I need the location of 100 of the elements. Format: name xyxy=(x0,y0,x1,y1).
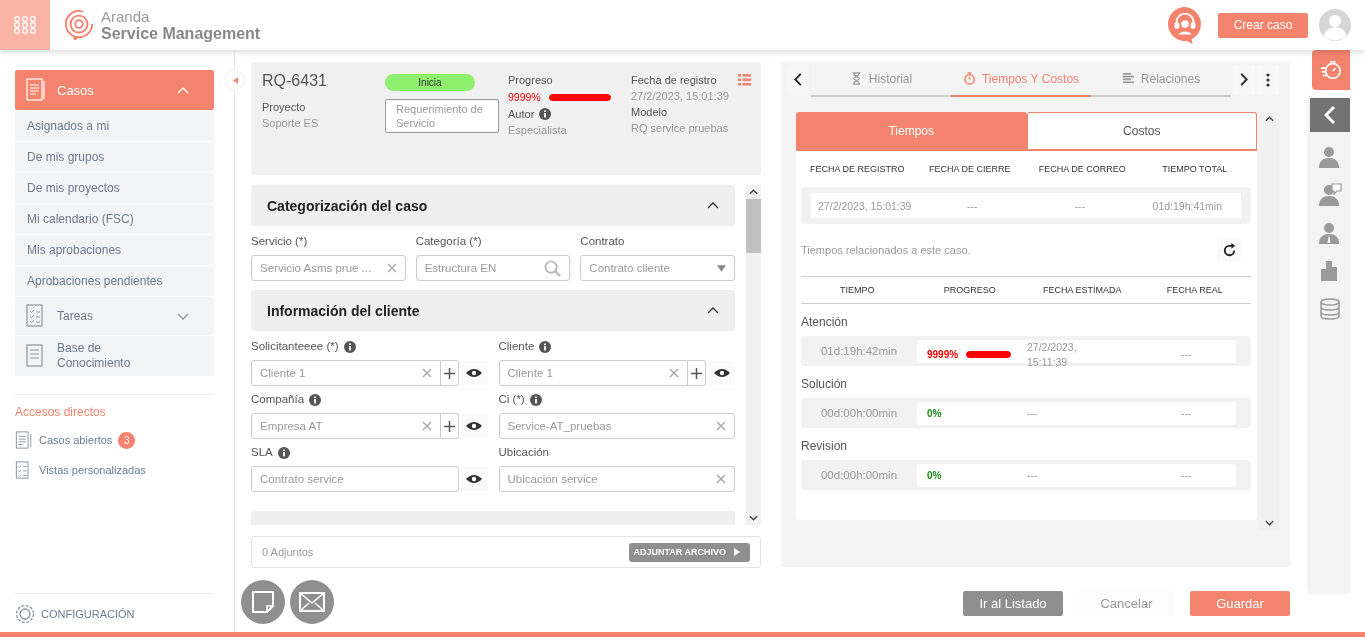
app-menu-button[interactable] xyxy=(0,0,50,50)
sidebar-submenu-item[interactable]: De mis proyectos xyxy=(15,173,214,203)
scrollbar[interactable] xyxy=(746,185,761,525)
shortcut-link[interactable]: Vistas personalizadas xyxy=(39,464,146,476)
sub-tab[interactable]: Tiempos xyxy=(796,112,1027,149)
field-label: Compañía xyxy=(251,392,305,407)
list-icon xyxy=(1121,72,1135,85)
database-icon[interactable] xyxy=(1317,296,1343,322)
chevron-up-icon[interactable] xyxy=(1264,116,1274,122)
detail-tab[interactable]: Historial xyxy=(811,62,951,97)
clear-icon[interactable] xyxy=(421,368,432,378)
attach-file-button[interactable]: ADJUNTAR ARCHIVO xyxy=(629,542,750,562)
column-header: TIEMPO TOTAL xyxy=(1161,164,1229,174)
clear-icon[interactable] xyxy=(386,263,397,273)
input-field[interactable]: Servicio Asms prue ... xyxy=(251,255,406,281)
settings-button[interactable]: CONFIGURACIÓN xyxy=(15,604,214,624)
field-label: Modelo xyxy=(631,105,669,120)
collapse-panel-button[interactable] xyxy=(1310,98,1350,132)
create-case-button[interactable]: Crear caso xyxy=(1218,12,1308,38)
chevron-left-icon xyxy=(1324,105,1336,125)
dropdown-caret-icon[interactable] xyxy=(717,264,726,272)
column-header: PROGRESO xyxy=(942,285,997,295)
view-button[interactable] xyxy=(460,414,488,438)
clear-icon[interactable] xyxy=(669,368,679,378)
detail-tab[interactable]: Relaciones xyxy=(1091,62,1231,97)
user-avatar-icon[interactable] xyxy=(1319,9,1351,41)
sidebar-menu-item[interactable]: Casos xyxy=(15,70,214,110)
sub-tab[interactable]: Costos xyxy=(1026,112,1258,149)
column-header: FECHA DE CIERRE xyxy=(928,164,1012,174)
save-button[interactable]: Guardar xyxy=(1190,591,1290,616)
support-headset-icon[interactable] xyxy=(1167,6,1203,44)
table-cell-text: 27/2/2023, 15:11:39 xyxy=(1026,339,1078,370)
column-header: FECHA DE REGISTRO xyxy=(809,164,906,174)
chevron-up-icon[interactable] xyxy=(749,189,758,195)
view-button[interactable] xyxy=(460,361,488,385)
chevron-left-icon xyxy=(794,73,802,86)
plus-icon xyxy=(691,367,702,379)
clear-icon[interactable] xyxy=(716,421,726,431)
play-icon xyxy=(734,548,740,556)
shortcut-link[interactable]: Casos abiertos xyxy=(39,434,113,446)
input-field[interactable]: Empresa AT xyxy=(251,413,441,439)
sidebar-submenu-item[interactable]: Mis aprobaciones xyxy=(15,235,214,265)
field-label: Autor xyxy=(508,107,535,122)
stopwatch-button[interactable] xyxy=(1312,50,1350,90)
sidebar-submenu-item[interactable]: Aprobaciones pendientes xyxy=(15,266,214,296)
field-value: Especialista xyxy=(508,123,568,138)
chevron-up-icon xyxy=(707,202,719,209)
chevron-down-icon[interactable] xyxy=(1264,520,1274,526)
collapse-sidebar-button[interactable] xyxy=(225,70,245,90)
input-field[interactable]: Ubicacion service xyxy=(498,466,735,492)
table-cell-text: 00d:00h:00min xyxy=(819,469,899,481)
case-id: RQ-6431 xyxy=(262,72,328,91)
progress-percent: 0% xyxy=(927,407,942,419)
logo-icon xyxy=(63,9,95,41)
refresh-button[interactable] xyxy=(1217,238,1242,262)
scrollbar-thumb[interactable] xyxy=(746,199,761,253)
column-header: TIEMPO xyxy=(839,285,876,295)
sidebar-submenu-item[interactable]: Asignados a mi xyxy=(15,111,214,141)
field-label: Proyecto xyxy=(262,100,307,115)
sidebar-submenu-item[interactable]: De mis grupos xyxy=(15,142,214,172)
table-cell-text: 27/2/2023, 15:01:39 xyxy=(817,199,913,212)
field-label: Cliente xyxy=(498,339,535,354)
sidebar-submenu-item[interactable]: Mi calendario (FSC) xyxy=(15,204,214,234)
sidebar-menu-item[interactable]: Base de Conocimiento xyxy=(15,336,214,376)
eye-icon xyxy=(466,368,482,378)
envelope-icon xyxy=(299,592,325,612)
input-field[interactable]: Service-AT_pruebas xyxy=(498,413,735,439)
field-label: Ubicación xyxy=(498,445,549,460)
user-chat-icon[interactable] xyxy=(1317,182,1343,208)
note-button[interactable] xyxy=(241,580,285,624)
sidebar-menu-item[interactable]: Tareas xyxy=(15,297,214,335)
add-button[interactable] xyxy=(440,413,459,439)
brand-product: Service Management xyxy=(101,25,261,42)
search-field[interactable]: Estructura EN xyxy=(415,255,571,281)
section-header[interactable]: Categorización del caso xyxy=(251,185,735,226)
add-button[interactable] xyxy=(440,360,459,386)
input-field[interactable]: Cliente 1 xyxy=(251,360,441,386)
view-button[interactable] xyxy=(708,361,735,385)
clear-icon[interactable] xyxy=(421,421,432,431)
refresh-icon xyxy=(1221,242,1237,258)
progress-percent: 9999% xyxy=(927,349,959,360)
input-field[interactable]: Cliente 1 xyxy=(498,360,688,386)
note-icon xyxy=(251,590,275,614)
email-button[interactable] xyxy=(290,580,334,624)
clear-icon[interactable] xyxy=(716,474,726,484)
select-field[interactable]: Contrato cliente xyxy=(580,255,735,281)
view-button[interactable] xyxy=(460,467,488,491)
search-icon[interactable] xyxy=(544,259,562,277)
add-button[interactable] xyxy=(688,360,706,386)
list-icon[interactable] xyxy=(738,74,751,86)
field-label: Contrato xyxy=(580,234,625,249)
table-cell-text: 00d:00h:00min xyxy=(819,407,899,419)
section-header[interactable]: Información del cliente xyxy=(251,290,735,331)
field-label: Solicitanteeee (*) xyxy=(251,339,339,354)
chevron-right-icon xyxy=(1240,73,1248,86)
input-field[interactable]: Contrato service xyxy=(251,466,459,492)
detail-tab[interactable]: Tiempos Y Costos xyxy=(951,62,1091,97)
chevron-down-icon[interactable] xyxy=(749,515,758,521)
document-icon xyxy=(25,78,47,102)
list-button[interactable]: Ir al Listado xyxy=(963,591,1063,616)
